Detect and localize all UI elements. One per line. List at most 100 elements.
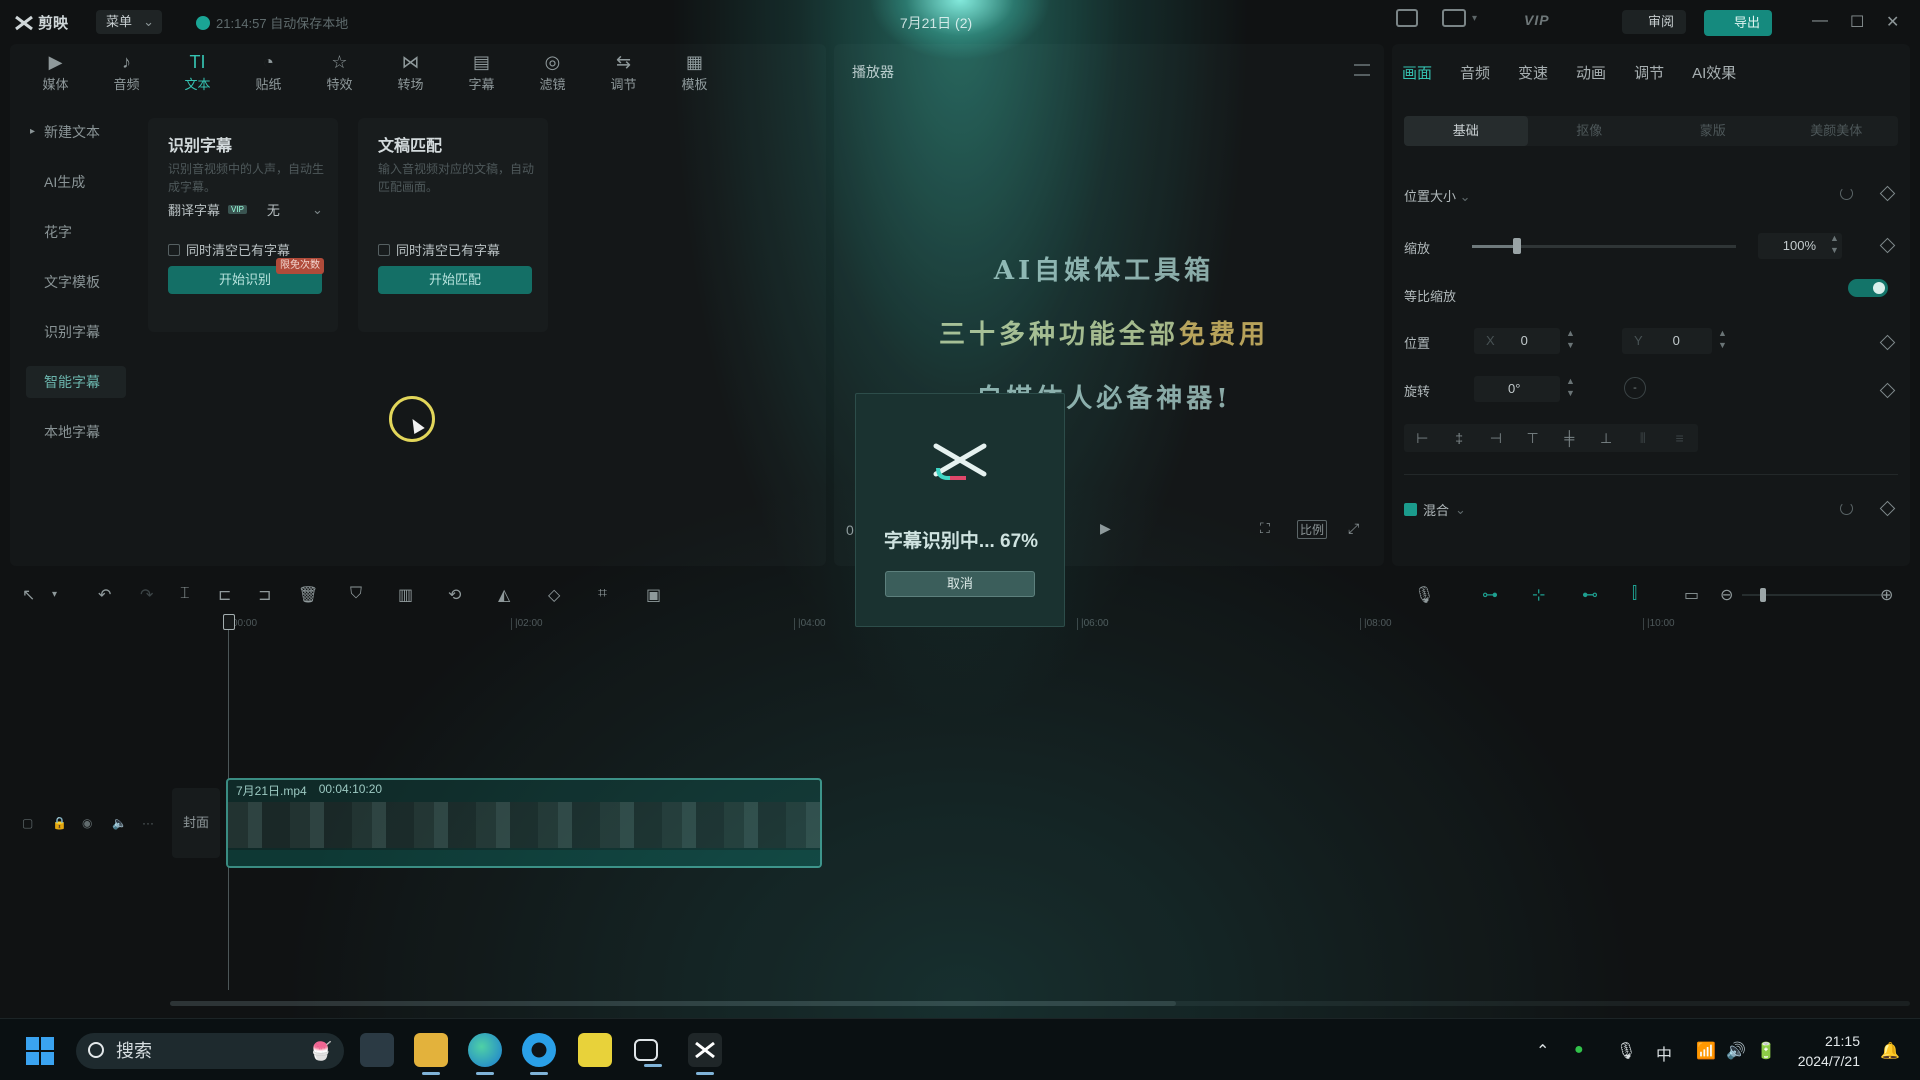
tab-audio[interactable]: ♪ 音频 [91,48,162,100]
start-match-button[interactable]: 开始匹配 [378,266,532,294]
align-right-icon[interactable]: ⊣ [1478,424,1515,452]
fit-view-icon[interactable]: ⛶ [1260,520,1270,537]
distribute-v-icon[interactable]: ≡ [1661,424,1698,452]
zoom-in-icon[interactable]: ⊕ [1880,585,1893,605]
property-tab[interactable]: 音频 [1460,62,1490,83]
sticky-notes-icon[interactable] [578,1033,612,1067]
zoom-slider[interactable] [1742,588,1882,602]
position-size-header[interactable]: 位置大小 ⌄ [1404,186,1471,205]
snap-icon[interactable]: ⊹ [1532,585,1545,605]
property-subtab[interactable]: 基础 [1404,116,1528,146]
property-subtab[interactable]: 美颜美体 [1775,116,1899,146]
freeze-icon[interactable]: ▥ [398,585,413,605]
project-title[interactable]: 7月21日 (2) [866,13,1006,33]
keyframe-icon[interactable] [1879,185,1896,202]
rotate-dial[interactable]: - [1624,377,1646,399]
lock-icon[interactable]: 🔒 [52,816,67,830]
redo-icon[interactable]: ↷ [140,585,153,605]
align-top-icon[interactable]: ⊤ [1514,424,1551,452]
more-icon[interactable]: ··· [142,816,154,830]
split-right-icon[interactable]: ⊐ [258,585,271,605]
blend-header[interactable]: 混合 ⌄ [1404,500,1466,519]
rotate-input[interactable]: 0° [1474,376,1560,402]
split-icon[interactable]: ⌶ [180,585,190,603]
wifi-icon[interactable]: 📶 [1696,1041,1716,1061]
task-view-icon[interactable] [360,1033,394,1067]
property-tab[interactable]: 调节 [1634,62,1664,83]
position-y-input[interactable]: Y0 [1622,328,1712,354]
start-recognize-button[interactable]: 开始识别 限免次数 [168,258,324,294]
zoom-slider-knob[interactable] [1760,588,1766,602]
chevron-down-icon[interactable]: ▾ [52,589,57,600]
scrollbar-thumb[interactable] [170,1001,1176,1006]
microphone-icon[interactable]: 🎙 [1414,585,1434,605]
taskbar-search[interactable]: 搜索 🍧 [76,1033,344,1069]
player-menu-icon[interactable] [1354,64,1370,76]
microphone-icon[interactable]: 🎙 [1616,1041,1636,1061]
scale-stepper[interactable]: ▲ ▼ [1830,232,1839,256]
eye-icon[interactable]: ◉ [82,816,92,830]
side-menu-item[interactable]: 本地字幕 [26,416,126,448]
side-menu-item[interactable]: 花字 [26,216,126,248]
wechat-icon[interactable]: ● [1574,1041,1584,1059]
system-clock[interactable]: 21:15 2024/7/21 [1794,1031,1860,1071]
rotate-icon[interactable]: ◇ [548,585,560,605]
notification-icon[interactable]: 🔔 [1880,1041,1900,1061]
video-clip[interactable]: 7月21日.mp4 00:04:10:20 [226,778,822,868]
tab-subtitle[interactable]: ▤ 字幕 [446,48,517,100]
translate-select[interactable]: 无 [267,200,280,219]
scale-slider-knob[interactable] [1512,238,1521,254]
keyframe-icon[interactable] [1879,334,1896,351]
position-x-input[interactable]: X0 [1474,328,1560,354]
side-menu-item[interactable]: 智能字幕 [26,366,126,398]
vip-badge[interactable]: VIP [1524,12,1550,28]
fit-timeline-icon[interactable]: ▭ [1684,585,1699,605]
camera-icon[interactable] [634,1039,662,1067]
windows-start-icon[interactable] [26,1037,54,1065]
delete-icon[interactable]: 🗑 [298,585,318,605]
track-hide-icon[interactable]: ▢ [22,816,33,830]
rotate-stepper[interactable]: ▲ ▼ [1566,375,1575,399]
menu-button[interactable]: 菜单 ⌄ [96,10,162,34]
keyframe-icon[interactable] [1879,237,1896,254]
preview-axis-icon[interactable]: ⫿ [1632,585,1637,603]
zoom-out-icon[interactable]: ⊖ [1720,585,1733,605]
reverse-icon[interactable]: ⟲ [448,585,461,605]
property-tab[interactable]: AI效果 [1692,62,1736,83]
blend-checkbox[interactable] [1404,503,1417,516]
tab-template[interactable]: ▦ 模板 [659,48,730,100]
capcut-taskbar-icon[interactable] [688,1033,722,1075]
show-hidden-icon[interactable]: ⌃ [1536,1041,1549,1061]
volume-icon[interactable]: 🔈 [112,816,127,830]
link-main-track-icon[interactable]: ⊶ [1482,585,1498,605]
play-icon[interactable]: ▶ [1100,520,1111,537]
undo-icon[interactable]: ↶ [98,585,111,605]
side-menu-item[interactable]: 识别字幕 [26,316,126,348]
y-stepper[interactable]: ▲ ▼ [1718,327,1727,351]
clear-existing-row[interactable]: 同时清空已有字幕 [378,240,500,259]
export-button[interactable]: 导出 [1704,10,1772,36]
tab-text[interactable]: TI 文本 [162,48,233,100]
tab-filter[interactable]: ◎ 滤镜 [517,48,588,100]
fullscreen-icon[interactable]: ⤢ [1348,520,1359,537]
side-menu-item[interactable]: 文字模板 [26,266,126,298]
chevron-down-icon[interactable]: ⌄ [312,202,323,218]
property-tab[interactable]: 画面 [1402,62,1432,83]
scale-slider[interactable] [1472,238,1736,254]
ratio-button[interactable]: 比例 [1297,520,1328,539]
review-button[interactable]: 审阅 [1622,10,1686,34]
reset-icon[interactable] [1840,502,1853,515]
select-cursor-icon[interactable]: ↖ [22,585,35,605]
keyframe-icon[interactable] [1879,382,1896,399]
ai-edit-icon[interactable]: ▣ [646,585,661,605]
keyframe-icon[interactable] [1879,500,1896,517]
layout-icon[interactable]: ▾ [1442,9,1477,27]
property-subtab[interactable]: 抠像 [1528,116,1652,146]
ime-indicator[interactable]: 中 [1656,1041,1672,1065]
maximize-icon[interactable]: ☐ [1850,12,1864,32]
tab-adjust[interactable]: ⇆ 调节 [588,48,659,100]
side-menu-item[interactable]: AI生成 [26,166,126,198]
marker-icon[interactable]: ⛉ [350,585,362,603]
file-explorer-icon[interactable] [414,1033,448,1075]
shortcut-icon[interactable] [1396,9,1418,27]
